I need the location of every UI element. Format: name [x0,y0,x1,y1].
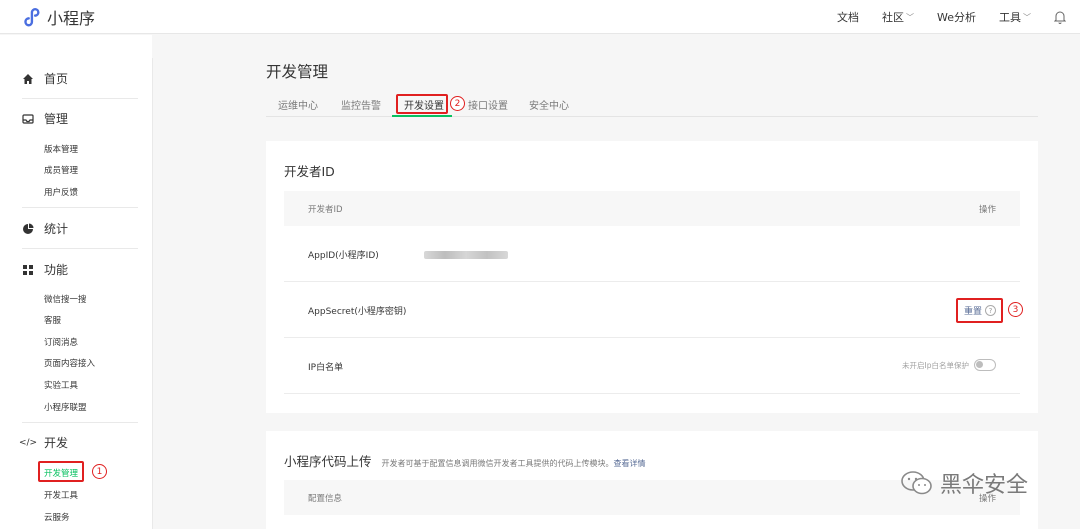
card-description: 开发者可基于配置信息调用微信开发者工具提供的代码上传模块。查看详情 [382,458,646,469]
nav-tools[interactable]: 工具 ﹀ [999,9,1031,25]
sidebar-section-features-label: 功能 [44,263,69,277]
miniprogram-logo-icon [24,8,40,27]
tab-security[interactable]: 安全中心 [529,97,569,112]
pie-chart-icon [23,223,34,234]
sidebar-section-manage[interactable]: 管理 [22,110,68,127]
sidebar-item-alliance[interactable]: 小程序联盟 [44,401,87,413]
card-title: 开发者ID [284,164,335,179]
col-header-action: 操作 [978,205,996,215]
tab-monitor[interactable]: 监控告警 [341,97,381,112]
top-bar: 小程序 文档 社区 ﹀ We分析 工具 ﹀ [0,0,1080,34]
chevron-down-icon: ﹀ [1023,12,1031,22]
sidebar-item-wechat-search[interactable]: 微信搜一搜 [44,293,87,305]
nav-we-analysis[interactable]: We分析 [937,9,976,25]
sidebar-item-stats-label: 统计 [44,222,69,236]
sidebar-item-page-content[interactable]: 页面内容接入 [44,357,95,369]
sidebar-section-dev-label: 开发 [44,436,69,450]
logo[interactable]: 小程序 [20,5,95,29]
watermark: 黑伞安全 [900,467,1028,499]
sidebar-item-version[interactable]: 版本管理 [44,143,78,155]
divider [22,248,138,249]
nav-docs[interactable]: 文档 [837,9,859,25]
annotation-badge: 1 [92,464,107,479]
sidebar-item-members[interactable]: 成员管理 [44,164,78,176]
tab-bar: 运维中心 监控告警 开发设置 接口设置 安全中心 [266,90,1038,117]
brand-name: 小程序 [47,9,96,28]
view-details-link[interactable]: 查看详情 [614,459,646,468]
ip-whitelist-control: 未开启Ip白名单保护 [902,359,996,371]
divider [22,422,138,423]
row-label: IP白名单 [308,363,344,373]
sidebar-section-dev[interactable]: </> 开发 [18,434,69,451]
grid-icon [23,264,33,275]
table-header: 开发者ID 操作 [284,191,1020,226]
ip-whitelist-toggle[interactable] [974,359,996,371]
sidebar-item-customer-service[interactable]: 客服 [44,314,61,326]
sidebar-item-home-label: 首页 [44,72,69,86]
table-row-appsecret: AppSecret(小程序密钥) 重置 ? [284,282,1020,338]
divider [22,98,138,99]
watermark-text: 黑伞安全 [940,473,1029,498]
row-label: AppID(小程序ID) [308,251,379,261]
sidebar-item-subscribe-msg[interactable]: 订阅消息 [44,336,78,348]
sidebar-item-lab-tools[interactable]: 实验工具 [44,379,78,391]
top-nav: 文档 社区 ﹀ We分析 工具 ﹀ [814,0,1066,34]
annotation-badge: 3 [1008,302,1023,317]
tab-api-settings[interactable]: 接口设置 [468,97,508,112]
nav-tools-label: 工具 [999,11,1021,24]
divider [22,207,138,208]
sidebar-item-home[interactable]: 首页 [22,70,68,87]
ip-whitelist-status: 未开启Ip白名单保护 [902,360,969,370]
row-label: AppSecret(小程序密钥) [308,307,407,317]
annotation-box [396,94,448,114]
sidebar-item-stats[interactable]: 统计 [22,220,68,237]
bell-icon[interactable] [1054,10,1066,24]
upload-desc-text: 开发者可基于配置信息调用微信开发者工具提供的代码上传模块。 [381,459,614,468]
annotation-box [956,298,1003,323]
code-icon: </> [18,437,38,448]
col-header-config: 配置信息 [308,494,343,504]
page-title: 开发管理 [266,63,329,81]
card-title-row: 小程序代码上传 开发者可基于配置信息调用微信开发者工具提供的代码上传模块。查看详… [284,451,646,470]
sidebar-section-manage-label: 管理 [44,112,69,126]
annotation-badge: 2 [450,96,465,111]
tab-ops[interactable]: 运维中心 [278,97,318,112]
sidebar-item-feedback[interactable]: 用户反馈 [44,186,78,198]
developer-id-card: 开发者ID 开发者ID 操作 AppID(小程序ID) AppSecret(小程… [266,141,1038,413]
sidebar-item-cloud[interactable]: 云服务 [44,511,70,523]
table-row-ip-whitelist: IP白名单 未开启Ip白名单保护 [284,338,1020,394]
table-row-appid: AppID(小程序ID) [284,226,1020,282]
redacted-appid [424,251,508,259]
sidebar-section-features[interactable]: 功能 [22,261,68,278]
sidebar-item-dev-tools[interactable]: 开发工具 [44,489,78,501]
chevron-down-icon: ﹀ [906,12,914,22]
nav-community[interactable]: 社区 ﹀ [882,9,914,25]
wechat-icon [901,471,932,495]
card-title: 小程序代码上传 [284,454,372,469]
annotation-box [38,461,84,482]
home-icon [23,73,33,84]
sidebar-divider [152,58,153,529]
tab-active-indicator [392,115,452,117]
inbox-icon [22,113,34,124]
nav-community-label: 社区 [882,11,904,24]
col-header-id: 开发者ID [308,205,343,215]
